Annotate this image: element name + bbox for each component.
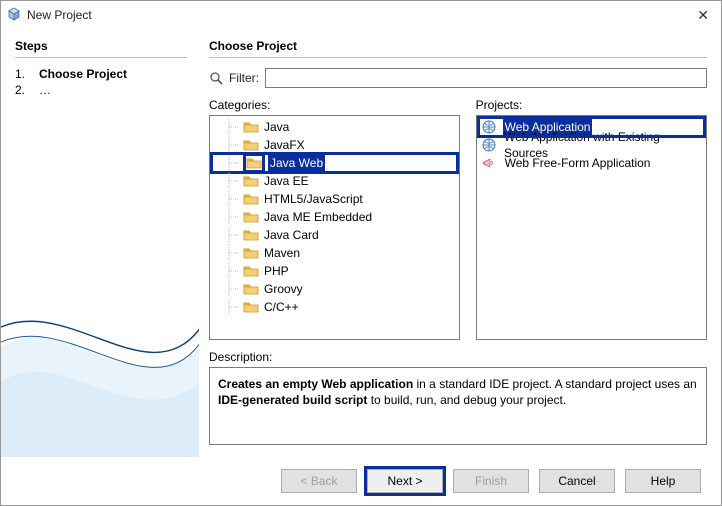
description-box: Creates an empty Web application in a st… [209,367,707,445]
folder-icon [243,174,259,188]
category-label: Maven [262,245,302,261]
filter-input[interactable] [265,68,707,88]
category-label: Groovy [262,281,305,297]
columns: Categories: Java JavaFX Java Web Java EE HTM… [209,98,707,340]
step-label: Choose Project [39,67,127,81]
search-icon [209,71,223,85]
category-label: Java Web [268,155,325,171]
category-label: JavaFX [262,137,307,153]
dialog-body: Steps 1. Choose Project 2. … Choose [1,29,721,457]
category-label: Java [262,119,291,135]
tree-elbow-icon [226,155,240,171]
globe-icon [482,138,497,152]
folder-icon [243,228,259,242]
footer: < Back Next > Finish Cancel Help [1,457,721,505]
tree-elbow-icon [226,299,240,315]
next-button[interactable]: Next > [367,469,443,493]
category-item[interactable]: Maven [212,244,457,262]
tree-elbow-icon [226,245,240,261]
description-text-1: in a standard IDE project. A standard pr… [413,377,697,391]
category-label: C/C++ [262,299,301,315]
category-item[interactable]: HTML5/JavaScript [212,190,457,208]
tree-elbow-icon [226,191,240,207]
description-bold-1: Creates an empty Web application [218,377,413,391]
category-item[interactable]: JavaFX [212,136,457,154]
app-cube-icon [7,7,21,24]
category-item[interactable]: PHP [212,262,457,280]
filter-row: Filter: [209,68,707,88]
folder-icon [243,192,259,206]
steps-heading: Steps [15,39,187,53]
category-label: HTML5/JavaScript [262,191,365,207]
tree-elbow-icon [226,173,240,189]
finish-button[interactable]: Finish [453,469,529,493]
back-button[interactable]: < Back [281,469,357,493]
megaphone-icon [482,156,498,170]
steps-separator [15,57,187,58]
choose-separator [209,57,707,58]
window-title: New Project [27,8,691,22]
projects-listbox[interactable]: Web ApplicationWeb Application with Exis… [476,115,707,340]
cancel-button[interactable]: Cancel [539,469,615,493]
category-label: Java Card [262,227,321,243]
steps-list: 1. Choose Project 2. … [15,66,187,98]
description-text-2: to build, run, and debug your project. [367,393,566,407]
folder-icon [243,300,259,314]
description-block: Description: Creates an empty Web applic… [209,350,707,445]
folder-icon [243,282,259,296]
tree-elbow-icon [226,227,240,243]
category-item[interactable]: Java Web [212,154,457,172]
project-label: Web Free-Form Application [503,155,653,171]
folder-icon [243,246,259,260]
titlebar: New Project ✕ [1,1,721,29]
step-label: … [39,83,51,97]
step-item: 2. … [15,82,187,98]
wave-background-icon [1,287,199,457]
close-icon[interactable]: ✕ [691,5,715,26]
tree-elbow-icon [226,137,240,153]
description-label: Description: [209,350,707,364]
projects-column: Projects: Web ApplicationWeb Application… [476,98,707,340]
categories-listbox[interactable]: Java JavaFX Java Web Java EE HTML5/JavaScrip… [209,115,460,340]
category-item[interactable]: Java ME Embedded [212,208,457,226]
category-label: Java ME Embedded [262,209,374,225]
step-item: 1. Choose Project [15,66,187,82]
choose-panel: Choose Project Filter: Categories: JavaJ… [199,29,721,457]
new-project-dialog: New Project ✕ Steps 1. Choose Project 2.… [0,0,722,506]
folder-icon [243,210,259,224]
filter-label: Filter: [229,71,259,85]
step-number: 2. [15,83,29,97]
tree-elbow-icon [226,263,240,279]
folder-icon [243,120,259,134]
choose-heading: Choose Project [209,39,707,53]
folder-icon [243,153,265,173]
help-button[interactable]: Help [625,469,701,493]
folder-icon [243,264,259,278]
folder-icon [243,138,259,152]
tree-elbow-icon [226,209,240,225]
categories-label: Categories: [209,98,460,112]
projects-label: Projects: [476,98,707,112]
categories-column: Categories: Java JavaFX Java Web Java EE HTM… [209,98,460,340]
category-item[interactable]: Java EE [212,172,457,190]
steps-panel: Steps 1. Choose Project 2. … [1,29,199,457]
category-item[interactable]: Groovy [212,280,457,298]
category-label: Java EE [262,173,311,189]
step-number: 1. [15,67,29,81]
description-bold-2: IDE-generated build script [218,393,367,407]
category-item[interactable]: Java [212,118,457,136]
category-label: PHP [262,263,291,279]
tree-elbow-icon [226,119,240,135]
category-item[interactable]: C/C++ [212,298,457,316]
project-item[interactable]: Web Application with Existing Sources [479,136,704,154]
globe-icon [482,120,498,134]
tree-elbow-icon [226,281,240,297]
category-item[interactable]: Java Card [212,226,457,244]
